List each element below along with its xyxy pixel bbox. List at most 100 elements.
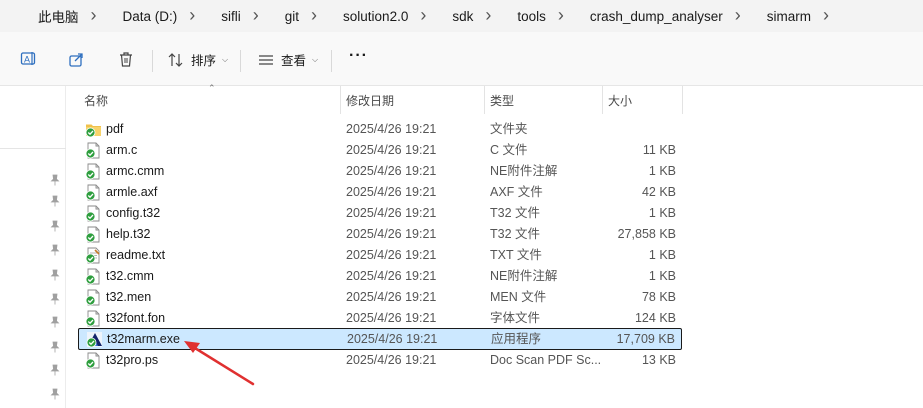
- breadcrumb-item[interactable]: crash_dump_analyser: [564, 6, 741, 27]
- breadcrumb-item[interactable]: Data (D:): [97, 6, 196, 27]
- pin-icon[interactable]: [50, 316, 60, 328]
- breadcrumb-item[interactable]: sifli: [195, 6, 259, 27]
- rename-icon: A: [20, 52, 36, 65]
- chevron-down-icon: ⌵: [222, 54, 229, 64]
- file-name: t32.men: [106, 290, 152, 304]
- file-name: armle.axf: [106, 185, 158, 199]
- file-size: 1 KB: [648, 269, 676, 283]
- file-size: 1 KB: [648, 248, 676, 262]
- file-size: 27,858 KB: [617, 227, 676, 241]
- file-type: TXT 文件: [490, 248, 542, 262]
- toolbar-divider: [240, 50, 241, 72]
- breadcrumb-item[interactable]: tools: [491, 6, 564, 27]
- file-row[interactable]: arm.c 2025/4/26 19:21 C 文件 11 KB: [78, 140, 682, 161]
- share-button[interactable]: [68, 50, 86, 68]
- file-icon: [85, 289, 102, 306]
- file-row[interactable]: t32.cmm 2025/4/26 19:21 NE附件注解 1 KB: [78, 266, 682, 287]
- column-header: ⌃ 名称 修改日期 类型 大小: [78, 83, 684, 114]
- file-name: armc.cmm: [106, 164, 165, 178]
- breadcrumb-label: solution2.0: [343, 8, 409, 24]
- file-size: 17,709 KB: [616, 332, 675, 346]
- column-divider[interactable]: [682, 86, 683, 114]
- file-type: T32 文件: [490, 227, 541, 241]
- file-type: NE附件注解: [490, 164, 558, 178]
- file-row[interactable]: readme.txt 2025/4/26 19:21 TXT 文件 1 KB: [78, 245, 682, 266]
- breadcrumb-label: Data (D:): [122, 8, 178, 24]
- chevron-right-icon[interactable]: [91, 6, 97, 27]
- file-date: 2025/4/26 19:21: [347, 332, 438, 346]
- chevron-right-icon[interactable]: [420, 6, 426, 27]
- file-row[interactable]: armc.cmm 2025/4/26 19:21 NE附件注解 1 KB: [78, 161, 682, 182]
- chevron-down-icon: ⌵: [312, 54, 319, 64]
- navigation-pane: [0, 86, 66, 408]
- delete-button[interactable]: [117, 50, 135, 68]
- file-type: AXF 文件: [490, 185, 543, 199]
- file-date: 2025/4/26 19:21: [346, 290, 437, 304]
- file-row[interactable]: armle.axf 2025/4/26 19:21 AXF 文件 42 KB: [78, 182, 682, 203]
- pin-icon[interactable]: [50, 341, 60, 353]
- column-date[interactable]: 修改日期: [340, 86, 484, 114]
- sort-icon: [168, 52, 183, 67]
- pin-icon[interactable]: [50, 244, 60, 256]
- toolbar-divider: [152, 50, 153, 72]
- file-row[interactable]: t32.men 2025/4/26 19:21 MEN 文件 78 KB: [78, 287, 682, 308]
- pin-icon[interactable]: [50, 174, 60, 186]
- file-row[interactable]: pdf 2025/4/26 19:21 文件夹: [78, 119, 682, 140]
- file-size: 11 KB: [642, 143, 676, 157]
- pin-icon[interactable]: [50, 220, 60, 232]
- breadcrumb-item[interactable]: 此电脑: [12, 6, 97, 27]
- file-icon: [85, 268, 102, 285]
- chevron-right-icon[interactable]: [311, 6, 317, 27]
- file-date: 2025/4/26 19:21: [346, 248, 437, 262]
- file-name: pdf: [106, 122, 124, 136]
- sort-button[interactable]: 排序 ⌵: [167, 50, 228, 69]
- chevron-right-icon[interactable]: [735, 6, 741, 27]
- chevron-right-icon[interactable]: [823, 6, 829, 27]
- breadcrumb-label: sdk: [452, 8, 474, 24]
- file-date: 2025/4/26 19:21: [346, 311, 437, 325]
- file-type: C 文件: [490, 143, 528, 157]
- share-icon: [69, 53, 83, 67]
- file-name: help.t32: [106, 227, 151, 241]
- file-date: 2025/4/26 19:21: [346, 164, 437, 178]
- file-type: T32 文件: [490, 206, 541, 220]
- breadcrumb-item[interactable]: git: [259, 6, 317, 27]
- file-icon: [85, 310, 102, 327]
- file-type: MEN 文件: [490, 290, 547, 304]
- file-type: 字体文件: [490, 311, 541, 325]
- file-row[interactable]: t32pro.ps 2025/4/26 19:21 Doc Scan PDF Sc.…: [78, 350, 682, 371]
- file-name: config.t32: [106, 206, 161, 220]
- chevron-right-icon[interactable]: [558, 6, 564, 27]
- pin-icon[interactable]: [50, 388, 60, 400]
- breadcrumb-item[interactable]: solution2.0: [317, 6, 426, 27]
- file-row[interactable]: config.t32 2025/4/26 19:21 T32 文件 1 KB: [78, 203, 682, 224]
- pin-icon[interactable]: [50, 293, 60, 305]
- column-name[interactable]: 名称: [78, 86, 340, 114]
- column-type[interactable]: 类型: [484, 86, 602, 114]
- breadcrumb-label: tools: [517, 8, 546, 24]
- file-date: 2025/4/26 19:21: [346, 122, 437, 136]
- file-row[interactable]: t32font.fon 2025/4/26 19:21 字体文件 124 KB: [78, 308, 682, 329]
- file-date: 2025/4/26 19:21: [346, 185, 437, 199]
- file-row-selected[interactable]: t32marm.exe 2025/4/26 19:21 应用程序 17,709 KB: [78, 328, 682, 350]
- more-options-button[interactable]: ···: [349, 47, 368, 65]
- breadcrumb-label: sifli: [221, 8, 241, 24]
- column-date-label: 修改日期: [346, 93, 395, 108]
- breadcrumb-item[interactable]: sdk: [426, 6, 491, 27]
- column-type-label: 类型: [490, 93, 515, 108]
- chevron-right-icon[interactable]: [253, 6, 259, 27]
- toolbar-divider: [331, 50, 332, 72]
- file-row[interactable]: help.t32 2025/4/26 19:21 T32 文件 27,858 KB: [78, 224, 682, 245]
- chevron-right-icon[interactable]: [485, 6, 491, 27]
- file-icon: [85, 163, 102, 180]
- breadcrumb-item[interactable]: simarm: [741, 6, 829, 27]
- pin-icon[interactable]: [50, 195, 60, 207]
- file-date: 2025/4/26 19:21: [346, 353, 437, 367]
- pin-icon[interactable]: [50, 364, 60, 376]
- rename-button[interactable]: A: [20, 50, 38, 68]
- view-button[interactable]: 查看 ⌵: [257, 50, 318, 69]
- column-size[interactable]: 大小: [602, 86, 682, 114]
- svg-text:A: A: [24, 55, 30, 65]
- pin-icon[interactable]: [50, 269, 60, 281]
- chevron-right-icon[interactable]: [189, 6, 195, 27]
